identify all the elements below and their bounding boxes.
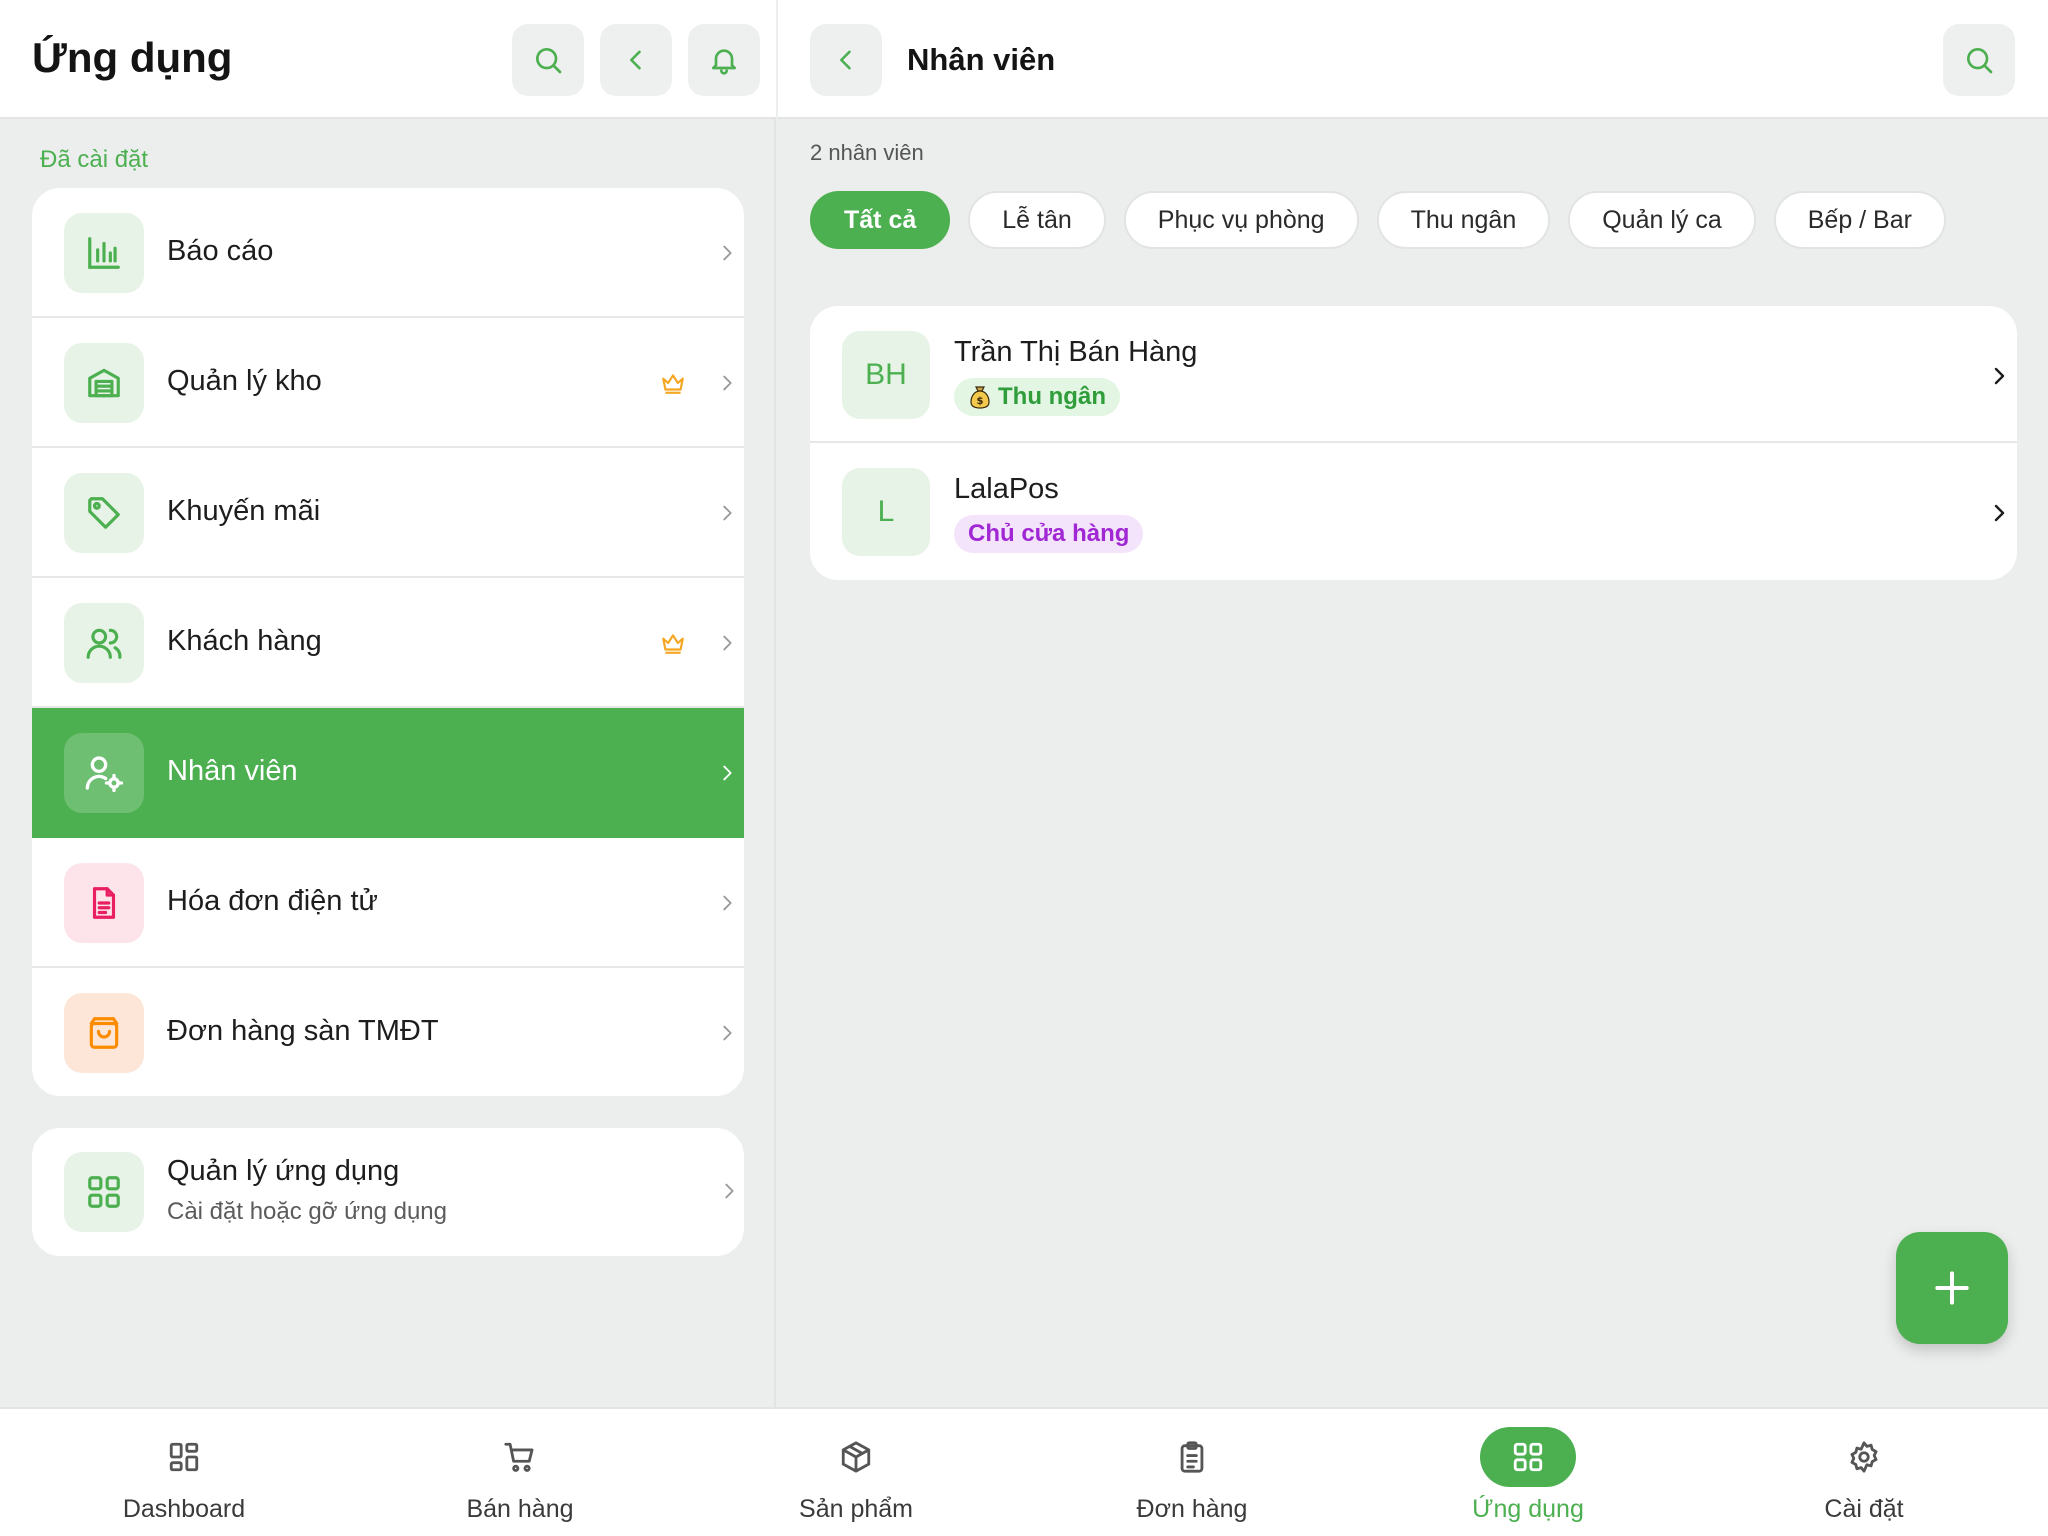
menu-item-label: Nhân viên <box>167 755 298 787</box>
nav-apps[interactable]: Ứng dụng <box>1360 1409 1696 1536</box>
menu-item-reports[interactable]: Báo cáo <box>32 188 744 318</box>
bell-icon <box>708 44 740 76</box>
staff-row[interactable]: L LalaPos Chủ cửa hàng <box>810 443 2017 580</box>
nav-orders[interactable]: Đơn hàng <box>1024 1409 1360 1536</box>
filter-chip-all[interactable]: Tất cả <box>810 191 951 249</box>
nav-sales[interactable]: Bán hàng <box>352 1409 688 1536</box>
chevron-right-icon <box>1987 499 2011 527</box>
chevron-right-icon <box>716 890 738 916</box>
menu-item-label: Đơn hàng sàn TMĐT <box>167 1015 439 1047</box>
nav-label: Cài đặt <box>1824 1495 1904 1523</box>
apps-header: Ứng dụng <box>0 0 776 119</box>
crown-icon <box>659 630 687 656</box>
staff-row[interactable]: BH Trần Thị Bán Hàng $ Thu ngân <box>810 306 2017 443</box>
filter-chip-reception[interactable]: Lễ tân <box>968 191 1106 249</box>
chevron-right-icon <box>718 1178 740 1204</box>
menu-item-inventory[interactable]: Quản lý kho <box>32 318 744 448</box>
chevron-left-icon <box>832 46 860 74</box>
users-icon <box>64 603 144 683</box>
menu-item-label: Báo cáo <box>167 235 274 267</box>
chevron-right-icon <box>716 630 738 656</box>
crown-icon <box>659 370 687 396</box>
nav-settings[interactable]: Cài đặt <box>1696 1409 2032 1536</box>
plus-icon <box>1930 1266 1974 1310</box>
installed-section-label: Đã cài đặt <box>40 146 149 173</box>
nav-products[interactable]: Sản phẩm <box>688 1409 1024 1536</box>
search-icon <box>532 44 564 76</box>
tag-icon <box>64 473 144 553</box>
app-manager-subtitle: Cài đặt hoặc gỡ ứng dụng <box>167 1198 447 1225</box>
menu-item-marketplace-orders[interactable]: Đơn hàng sàn TMĐT <box>32 968 744 1096</box>
dashboard-icon <box>136 1427 232 1487</box>
staff-name: LalaPos <box>954 473 1059 505</box>
app-manager-title: Quản lý ứng dụng <box>167 1155 400 1187</box>
bar-chart-icon <box>64 213 144 293</box>
nav-label: Bán hàng <box>466 1495 574 1523</box>
filter-chip-room-service[interactable]: Phục vụ phòng <box>1123 191 1359 249</box>
staff-count: 2 nhân viên <box>810 140 924 165</box>
menu-item-label: Quản lý kho <box>167 365 322 397</box>
chevron-right-icon <box>716 240 738 266</box>
notifications-button[interactable] <box>688 24 760 96</box>
role-badge: $ Thu ngân <box>954 378 1120 416</box>
menu-item-label: Hóa đơn điện tử <box>167 885 378 917</box>
staff-panel: Nhân viên 2 nhân viên Tất cả Lễ tân Phục… <box>778 0 2048 1407</box>
bottom-navigation: Dashboard Bán hàng Sản phẩm Đơn hàng Ứng… <box>0 1407 2048 1536</box>
filter-chip-cashier[interactable]: Thu ngân <box>1376 191 1551 249</box>
chevron-right-icon <box>716 370 738 396</box>
add-staff-button[interactable] <box>1896 1232 2008 1344</box>
chevron-right-icon <box>1987 362 2011 390</box>
role-badge: Chủ cửa hàng <box>954 515 1144 553</box>
back-button[interactable] <box>810 24 882 96</box>
filter-chip-kitchen-bar[interactable]: Bếp / Bar <box>1773 191 1946 249</box>
apps-grid-icon <box>1480 1427 1576 1487</box>
user-gear-icon <box>64 733 144 813</box>
apps-panel: Ứng dụng Đã cài đặt Báo cáo Quản lý kho … <box>0 0 776 1407</box>
role-label: Chủ cửa hàng <box>968 520 1130 547</box>
back-button[interactable] <box>600 24 672 96</box>
avatar: L <box>842 468 930 556</box>
apps-grid-icon <box>64 1152 144 1232</box>
menu-item-staff[interactable]: Nhân viên <box>32 708 744 838</box>
clipboard-icon <box>1144 1427 1240 1487</box>
box-icon <box>808 1427 904 1487</box>
menu-item-e-invoice[interactable]: Hóa đơn điện tử <box>32 838 744 968</box>
chevron-left-icon <box>622 46 650 74</box>
installed-apps-list: Báo cáo Quản lý kho Khuyến mãi Khách hàn… <box>32 188 744 1096</box>
page-title: Ứng dụng <box>32 34 233 81</box>
nav-label: Sản phẩm <box>799 1495 913 1523</box>
chevron-right-icon <box>716 760 738 786</box>
menu-item-label: Khách hàng <box>167 625 322 657</box>
nav-label: Ứng dụng <box>1472 1495 1584 1523</box>
nav-dashboard[interactable]: Dashboard <box>16 1409 352 1536</box>
nav-label: Dashboard <box>122 1495 246 1523</box>
chevron-right-icon <box>716 1020 738 1046</box>
nav-label: Đơn hàng <box>1136 1495 1248 1523</box>
staff-header: Nhân viên <box>778 0 2048 119</box>
menu-item-label: Khuyến mãi <box>167 495 321 527</box>
staff-list: BH Trần Thị Bán Hàng $ Thu ngân L LalaPo… <box>810 306 2017 580</box>
search-button[interactable] <box>1943 24 2015 96</box>
settings-gear-icon <box>1816 1427 1912 1487</box>
staff-title: Nhân viên <box>907 42 1056 77</box>
staff-name: Trần Thị Bán Hàng <box>954 336 1198 368</box>
role-label: Thu ngân <box>998 383 1106 410</box>
invoice-icon <box>64 863 144 943</box>
svg-text:$: $ <box>977 396 984 407</box>
app-manager-item[interactable]: Quản lý ứng dụng Cài đặt hoặc gỡ ứng dụn… <box>32 1128 744 1256</box>
search-button[interactable] <box>512 24 584 96</box>
shopping-bag-icon <box>64 993 144 1073</box>
chevron-right-icon <box>716 500 738 526</box>
filter-chip-shift-manager[interactable]: Quản lý ca <box>1568 191 1756 249</box>
menu-item-customers[interactable]: Khách hàng <box>32 578 744 708</box>
role-filter-bar: Tất cả Lễ tân Phục vụ phòng Thu ngân Quả… <box>810 191 1964 249</box>
warehouse-icon <box>64 343 144 423</box>
menu-item-promotions[interactable]: Khuyến mãi <box>32 448 744 578</box>
search-icon <box>1963 44 1995 76</box>
avatar: BH <box>842 331 930 419</box>
money-bag-icon: $ <box>968 384 992 410</box>
cart-icon <box>472 1427 568 1487</box>
